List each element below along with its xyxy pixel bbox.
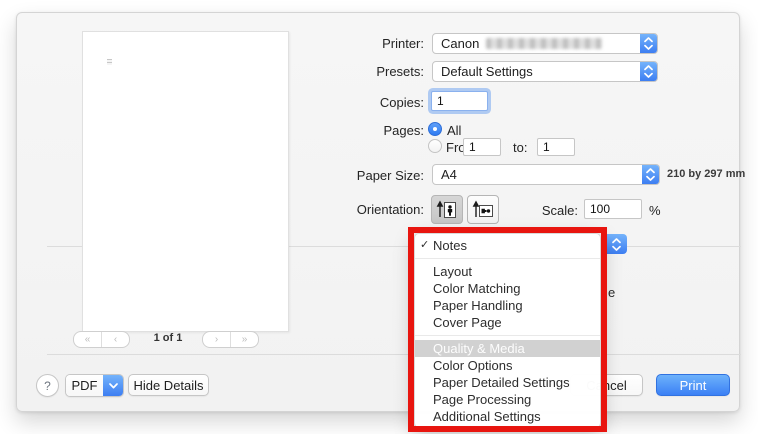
printer-name-redacted [486,38,602,49]
orientation-portrait-button[interactable] [431,195,463,224]
chevron-down-icon [103,375,123,396]
preview-page-text-mark [107,59,112,65]
pages-all-radio[interactable] [428,122,442,136]
stepper-icon [642,165,659,184]
help-button[interactable]: ? [36,374,59,397]
print-button[interactable]: Print [656,374,730,396]
paper-dimensions: 210 by 297 mm [667,168,745,180]
page-indicator: 1 of 1 [140,332,196,344]
pager-forward-group: › » [202,331,259,348]
pages-all-label: All [447,123,461,138]
paper-size-value: A4 [441,167,457,182]
hidden-label-fragment: e [608,285,615,300]
paper-size-select[interactable]: A4 [432,164,660,185]
printer-value: Canon [441,36,479,51]
landscape-icon [472,199,494,221]
pdf-menu-button[interactable]: PDF [65,374,124,397]
presets-value: Default Settings [441,64,533,79]
printer-select[interactable]: Canon [432,33,658,54]
pages-label: Pages: [300,123,424,138]
presets-label: Presets: [300,64,424,79]
portrait-icon [436,199,458,221]
print-dialog-screenshot: « ‹ 1 of 1 › » Printer: Canon Presets: D… [0,0,758,434]
panes-popup-stepper[interactable] [605,234,627,254]
copies-input[interactable] [431,91,488,111]
scale-unit: % [649,203,661,218]
pages-to-input[interactable] [537,138,575,156]
first-page-button[interactable]: « [74,332,101,347]
pages-to-label: to: [513,140,527,155]
previous-page-button[interactable]: ‹ [101,332,129,347]
annotation-red-rectangle [408,227,607,432]
presets-select[interactable]: Default Settings [432,61,658,82]
stepper-icon [640,34,657,53]
orientation-landscape-button[interactable] [467,195,499,224]
copies-label: Copies: [300,95,424,110]
printer-label: Printer: [300,36,424,51]
stepper-icon [612,238,621,251]
scale-input[interactable] [584,199,642,219]
section-separator-bottom [47,354,741,355]
hide-details-button[interactable]: Hide Details [128,374,209,396]
pages-from-input[interactable] [463,138,501,156]
pdf-label: PDF [66,375,103,396]
paper-size-label: Paper Size: [300,168,424,183]
pages-range-radio[interactable] [428,139,442,153]
stepper-icon [640,62,657,81]
orientation-label: Orientation: [300,202,424,217]
next-page-button[interactable]: › [203,332,230,347]
print-preview-page [82,31,289,332]
last-page-button[interactable]: » [230,332,258,347]
scale-label: Scale: [500,203,578,218]
pager-back-group: « ‹ [73,331,130,348]
